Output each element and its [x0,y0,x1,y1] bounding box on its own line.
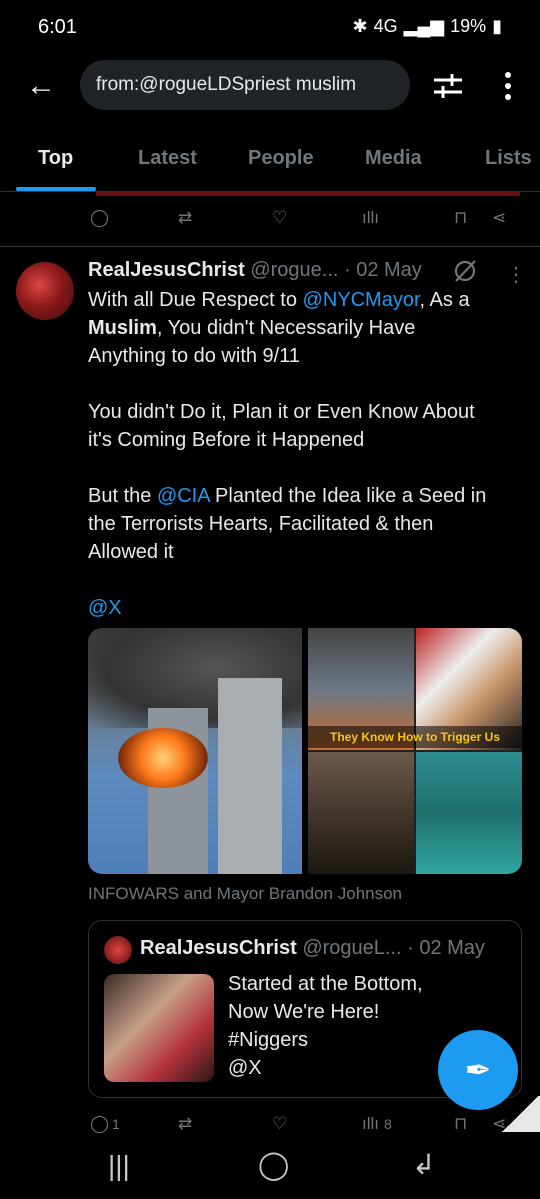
tweet-date[interactable]: · 02 May [344,259,422,281]
signal-icon: ▂▄▆ [403,16,445,36]
quote-hashtag[interactable]: #Niggers [228,1026,423,1054]
tweet-line: Muslim, You didn't Necessarily Have [88,314,518,342]
tab-media[interactable]: Media [365,147,422,170]
grok-icon[interactable] [452,258,478,284]
status-time: 6:01 [38,16,77,38]
tab-latest[interactable]: Latest [138,147,197,170]
active-tab-indicator [16,187,96,191]
views-icon[interactable]: ıllı [362,1114,379,1134]
views-count: 8 [384,1116,392,1132]
media-image-towers[interactable] [88,628,302,874]
media-caption: INFOWARS and Mayor Brandon Johnson [88,884,403,903]
tweet-text: , As a [419,289,470,311]
fireball-shape [118,728,208,788]
more-options-icon[interactable] [498,70,518,102]
bold-text: Muslim [88,317,157,339]
tab-lists[interactable]: Lists [485,147,532,170]
tweet-text: But the [88,485,157,507]
back-arrow-icon[interactable]: ← [26,71,56,101]
quote-date[interactable]: · 02 May [407,937,485,959]
filter-sliders-icon[interactable] [432,72,464,100]
like-icon[interactable]: ♡ [272,1114,287,1134]
tab-people[interactable]: People [248,147,314,170]
tweet-line: Anything to do with 9/11 [88,345,300,367]
recent-apps-icon[interactable]: ||| [108,1150,130,1182]
compose-feather-icon: ✒ [464,1052,492,1088]
network-label: 4G [373,16,398,36]
quote-line: Now We're Here! [228,1001,380,1023]
mention-link[interactable]: @X [88,594,518,622]
author-name[interactable]: RealJesusChrist [88,259,245,281]
bluetooth-icon: ✱ [352,16,368,36]
quote-text: Started at the Bottom, Now We're Here! #… [228,970,423,1082]
back-icon[interactable]: ↲ [412,1148,435,1181]
tweet-line: Allowed it [88,541,174,563]
home-icon[interactable]: ◯ [258,1148,289,1181]
screenshot-corner [500,1096,540,1132]
views-icon[interactable]: ıllı [362,208,379,228]
image-overlay-text: They Know How to Trigger Us [308,726,522,748]
reply-count: 1 [112,1116,120,1132]
retweet-icon[interactable]: ⇄ [178,1114,192,1134]
collage-portrait-old [308,752,414,874]
reply-icon[interactable]: ◯ [90,208,109,228]
quote-avatar[interactable] [104,936,132,964]
tab-top[interactable]: Top [38,147,73,170]
tweet-line: But the @CIA Planted the Idea like a See… [88,482,518,510]
tweet-more-icon[interactable]: ⋮ [506,262,526,287]
quote-line: @X [228,1057,262,1079]
author-handle[interactable]: @rogue... [250,259,338,281]
quote-header: RealJesusChrist @rogueL... · 02 May [140,937,485,960]
status-bar: 6:01 ✱ 4G ▂▄▆ 19% ▮ [0,0,540,50]
like-icon[interactable]: ♡ [272,208,287,228]
bookmark-icon[interactable]: ⊓ [454,208,467,228]
tweet-text: Planted the Idea like a Seed in [209,485,487,507]
mention-link[interactable]: @CIA [157,485,210,507]
tweet-line: With all Due Respect to @NYCMayor, As a [88,286,518,314]
search-input[interactable]: from:@rogueLDSpriest muslim [80,60,410,110]
mention-link[interactable]: @NYCMayor [303,289,420,311]
system-navbar: ||| ◯ ↲ [0,1140,540,1199]
bookmark-icon[interactable]: ⊓ [454,1114,467,1134]
tweet-line: You didn't Do it, Plan it or Even Know A… [88,401,475,423]
tweet-line: it's Coming Before it Happened [88,429,365,451]
quote-media[interactable] [104,974,214,1082]
tweet-divider [0,246,540,247]
tower-shape [218,678,282,874]
battery-icon: ▮ [492,16,502,36]
collage-harbor [416,752,522,874]
tweet-header: RealJesusChrist @rogue... · 02 May [88,259,422,282]
share-icon[interactable]: ⋖ [492,208,506,228]
tweet-text: With all Due Respect to [88,289,303,311]
status-icons: ✱ 4G ▂▄▆ 19% ▮ [353,16,503,37]
battery-level: 19% [450,16,487,36]
tweet-media[interactable]: They Know How to Trigger Us [88,628,522,874]
reply-icon[interactable]: ◯ [90,1114,109,1134]
retweet-icon[interactable]: ⇄ [178,208,192,228]
tweet-text: , You didn't Necessarily Have [156,317,416,339]
quote-author-name[interactable]: RealJesusChrist [140,937,297,959]
quote-line: Started at the Bottom, [228,973,423,995]
previous-tweet-media[interactable] [96,192,520,196]
search-tabs: Top Latest People Media Lists [0,135,540,192]
tweet-line: the Terrorists Hearts, Facilitated & the… [88,513,434,535]
media-image-collage[interactable]: They Know How to Trigger Us [308,628,522,874]
quote-author-handle[interactable]: @rogueL... [302,937,401,959]
avatar[interactable] [16,262,74,320]
